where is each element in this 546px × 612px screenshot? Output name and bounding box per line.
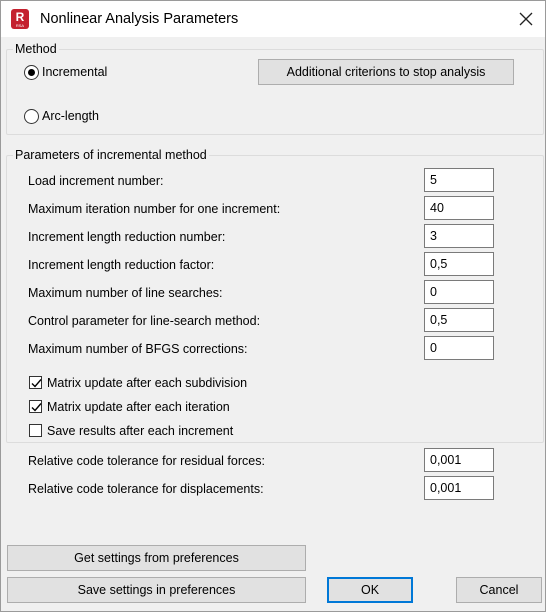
increment-reduction-number-input[interactable]: 3: [424, 224, 494, 248]
incremental-radio-label[interactable]: Incremental: [42, 65, 107, 79]
arc-length-radio[interactable]: [24, 109, 39, 124]
incremental-radio[interactable]: [24, 65, 39, 80]
cancel-button[interactable]: Cancel: [456, 577, 542, 603]
tolerance-label: Relative code tolerance for displacement…: [28, 482, 264, 496]
arc-length-radio-label[interactable]: Arc-length: [42, 109, 99, 123]
matrix-update-subdivision-checkbox[interactable]: [29, 376, 42, 389]
param-label: Control parameter for line-search method…: [28, 314, 261, 328]
close-button[interactable]: [507, 3, 545, 35]
param-label: Increment length reduction factor:: [28, 258, 215, 272]
checkbox-label[interactable]: Save results after each increment: [47, 424, 233, 438]
param-label: Maximum number of line searches:: [28, 286, 223, 300]
max-bfgs-corrections-input[interactable]: 0: [424, 336, 494, 360]
method-group-label: Method: [13, 42, 59, 56]
checkbox-label[interactable]: Matrix update after each iteration: [47, 400, 230, 414]
save-results-checkbox[interactable]: [29, 424, 42, 437]
line-search-control-input[interactable]: 0,5: [424, 308, 494, 332]
residual-forces-tolerance-input[interactable]: 0,001: [424, 448, 494, 472]
max-line-searches-input[interactable]: 0: [424, 280, 494, 304]
load-increment-number-input[interactable]: 5: [424, 168, 494, 192]
app-icon-letter: R: [15, 10, 25, 24]
max-iteration-number-input[interactable]: 40: [424, 196, 494, 220]
param-label: Load increment number:: [28, 174, 164, 188]
params-group-label: Parameters of incremental method: [13, 148, 209, 162]
param-label: Maximum number of BFGS corrections:: [28, 342, 248, 356]
dialog-window: R RSA Nonlinear Analysis Parameters Meth…: [0, 0, 546, 612]
checkmark-icon: [31, 379, 42, 388]
robot-app-icon: R RSA: [11, 9, 29, 29]
dialog-title: Nonlinear Analysis Parameters: [40, 11, 239, 27]
ok-button[interactable]: OK: [327, 577, 413, 603]
increment-reduction-factor-input[interactable]: 0,5: [424, 252, 494, 276]
displacements-tolerance-input[interactable]: 0,001: [424, 476, 494, 500]
param-label: Increment length reduction number:: [28, 230, 226, 244]
additional-criteria-button[interactable]: Additional criterions to stop analysis: [258, 59, 514, 85]
close-icon: [519, 12, 533, 26]
title-bar: R RSA Nonlinear Analysis Parameters: [1, 1, 545, 37]
save-settings-button[interactable]: Save settings in preferences: [7, 577, 306, 603]
matrix-update-iteration-checkbox[interactable]: [29, 400, 42, 413]
tolerance-label: Relative code tolerance for residual for…: [28, 454, 265, 468]
param-label: Maximum iteration number for one increme…: [28, 202, 281, 216]
checkmark-icon: [31, 403, 42, 412]
app-icon-sub: RSA: [15, 23, 25, 28]
checkbox-label[interactable]: Matrix update after each subdivision: [47, 376, 247, 390]
get-settings-button[interactable]: Get settings from preferences: [7, 545, 306, 571]
